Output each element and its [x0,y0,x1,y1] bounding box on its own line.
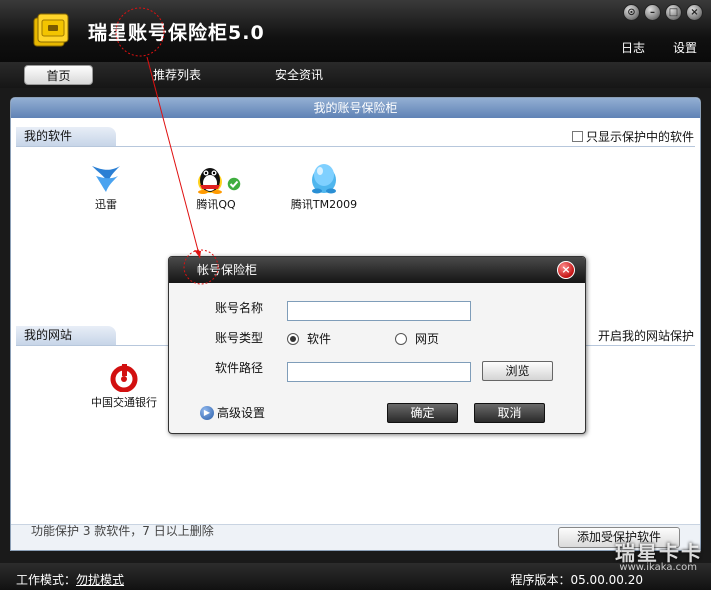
show-protected-only[interactable]: 只显示保护中的软件 [571,128,694,145]
radio-label: 软件 [307,332,332,346]
advanced-settings-link[interactable]: ▶ 高级设置 [200,404,265,421]
minimize-icon[interactable]: – [644,4,661,21]
software-item-tm[interactable]: 腾讯TM2009 [279,160,369,212]
website-item-bocom[interactable]: 中国交通银行 [79,364,169,410]
checkbox[interactable] [571,131,583,142]
tm-icon [312,164,336,194]
software-name: 腾讯TM2009 [290,198,358,211]
account-safe-dialog: 帐号保险柜 × 账号名称 账号类型 软件 网页 软件路径 浏览 ▶ 高级设置 确… [168,256,586,434]
window-controls: ⊙ – □ × [623,4,703,21]
log-link[interactable]: 日志 [621,39,645,56]
bocom-icon [110,364,138,392]
watermark-url: www.ikaka.com [619,562,697,573]
version-value: 05.00.00.20 [570,573,643,587]
website-section-title: 我的网站 [16,326,116,345]
work-mode-label: 工作模式： [16,573,77,587]
skin-icon[interactable]: ⊙ [623,4,640,21]
software-name: 腾讯QQ [196,198,236,211]
bottom-bar: 工作模式：勿扰模式 程序版本：05.00.00.20 [0,563,711,590]
radio-webpage[interactable]: 网页 [395,330,439,347]
version-label: 程序版本： [510,573,571,587]
work-mode-link[interactable]: 勿扰模式 [76,573,124,587]
account-name-input[interactable] [287,301,471,321]
section-divider [16,146,695,147]
dialog-title: 帐号保险柜 [197,263,258,277]
status-hint: 功能保护 3 款软件，7 日以上删除 [31,524,214,538]
software-path-input[interactable] [287,362,471,382]
app-title: 瑞星账号保险柜5.0 [88,22,265,44]
status-strip: 功能保护 3 款软件，7 日以上删除 添加受保护软件 [11,524,700,550]
website-name: 中国交通银行 [91,396,157,409]
qq-icon [198,168,242,194]
maximize-icon[interactable]: □ [665,4,682,21]
software-section-title: 我的软件 [16,127,116,146]
account-name-label: 账号名称 [215,301,264,315]
cancel-button[interactable]: 取消 [474,403,545,423]
radio-button[interactable] [287,332,299,345]
account-type-label: 账号类型 [215,331,264,345]
dialog-titlebar: 帐号保险柜 × [169,257,585,283]
close-icon[interactable]: × [686,4,703,21]
panel-header: 我的账号保险柜 [11,98,700,118]
tab-home[interactable]: 首页 [24,65,93,85]
tab-bar: 首页 推荐列表 安全资讯 [0,62,711,88]
tab-recommend[interactable]: 推荐列表 [140,65,214,85]
radio-button[interactable] [395,332,407,345]
safe-logo-icon [30,12,70,50]
browse-button[interactable]: 浏览 [482,361,553,381]
dialog-close-icon[interactable]: × [557,261,575,279]
xunlei-icon [92,166,120,192]
software-item-xunlei[interactable]: 迅雷 [61,162,151,212]
advanced-settings-label: 高级设置 [217,406,266,420]
ok-button[interactable]: 确定 [387,403,458,423]
top-links: 日志 设置 [621,39,697,56]
program-version: 程序版本：05.00.00.20 [510,571,643,588]
work-mode: 工作模式：勿扰模式 [16,571,124,588]
play-arrow-icon: ▶ [200,405,214,420]
radio-software[interactable]: 软件 [287,330,331,347]
software-item-qq[interactable]: 腾讯QQ [171,160,261,212]
checkbox-label: 只显示保护中的软件 [585,130,694,144]
settings-link[interactable]: 设置 [673,39,697,56]
tab-security-news[interactable]: 安全资讯 [262,65,336,85]
title-bar: 瑞星账号保险柜5.0 ⊙ – □ × 日志 设置 [0,0,711,62]
software-path-label: 软件路径 [215,361,264,375]
radio-label: 网页 [415,332,440,346]
checkbox-label: 开启我的网站保护 [597,329,694,343]
software-name: 迅雷 [95,198,117,211]
enable-website-protection[interactable]: 开启我的网站保护 [598,327,694,344]
